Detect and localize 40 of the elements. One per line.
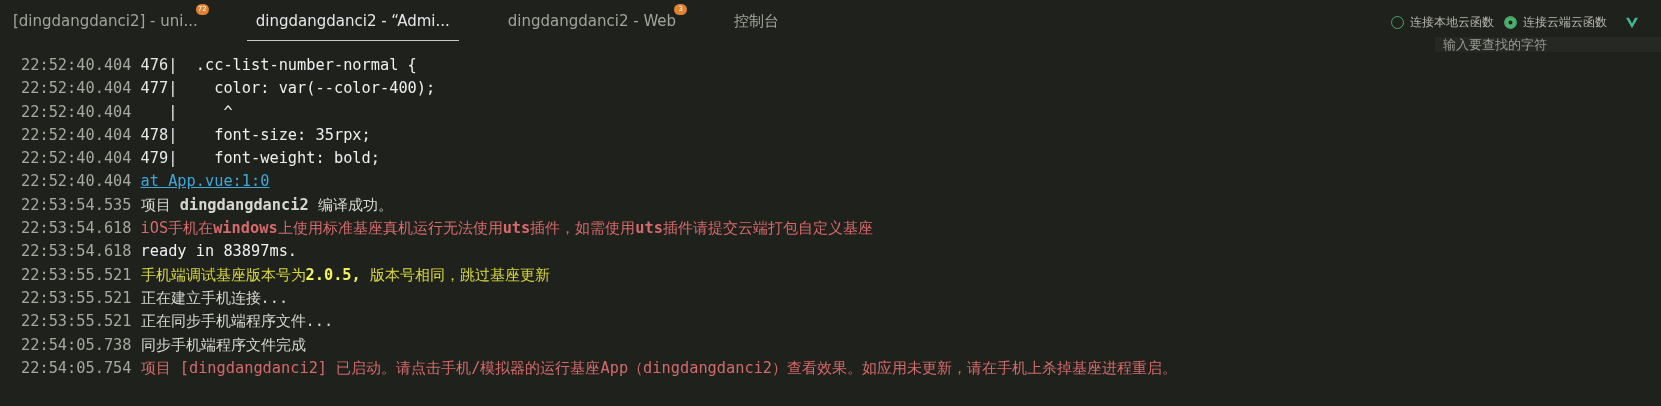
log-message: iOS手机在windows上使用标准基座真机运行无法使用uts插件，如需使用uts插件请提交云端打包自定义基座 [140, 218, 873, 240]
code-text: ^ [222, 101, 233, 123]
timestamp: 22:52:40.404 [21, 124, 132, 146]
timestamp: 22:54:05.738 [21, 334, 132, 356]
radio-button[interactable] [1504, 16, 1517, 29]
tab[interactable]: dingdangdanci2 - “Admi... [246, 0, 459, 41]
timestamp: 22:53:54.535 [21, 194, 132, 216]
code-text: font-size: 35rpx; [213, 124, 371, 146]
timestamp: 22:52:40.404 [21, 101, 132, 123]
timestamp: 22:53:55.521 [21, 287, 132, 309]
tab[interactable]: 控制台 [725, 0, 789, 41]
timestamp: 22:53:54.618 [21, 218, 132, 240]
timestamp: 22:52:40.404 [21, 55, 132, 76]
log-message: 正在建立手机连接... [140, 287, 289, 309]
line-number: 476| [140, 55, 178, 76]
line-number: 479| [140, 148, 178, 170]
timestamp: 22:54:05.754 [21, 357, 132, 379]
log-message: 同步手机端程序文件完成 [140, 334, 306, 356]
log-message: 项目 dingdangdanci2 编译成功。 [140, 194, 393, 216]
radio-label[interactable]: 连接云端云函数 [1523, 14, 1607, 31]
log-message: 正在同步手机端程序文件... [140, 311, 334, 333]
code-text: color: var(--color-400); [213, 78, 436, 100]
source-link[interactable]: at App.vue:1:0 [140, 170, 270, 194]
timestamp: 22:52:40.404 [21, 171, 132, 193]
timestamp: 22:53:55.521 [21, 264, 132, 286]
code-text: .cc-list-number-normal { [194, 55, 417, 76]
radio-label[interactable]: 连接本地云函数 [1410, 14, 1494, 31]
line-number: | [167, 101, 178, 123]
code-text: font-weight: bold; [213, 148, 380, 170]
chevron-down-icon[interactable] [1625, 16, 1639, 29]
timestamp: 22:53:54.618 [21, 241, 132, 263]
timestamp: 22:53:55.521 [21, 311, 132, 333]
timestamp: 22:52:40.404 [21, 78, 132, 100]
line-number: 477| [140, 78, 178, 100]
timestamp: 22:52:40.404 [21, 148, 132, 170]
line-number: 478| [140, 124, 178, 146]
search-field[interactable]: 输入要查找的字符 [1435, 37, 1661, 52]
log-message: 手机端调试基座版本号为2.0.5, 版本号相同，跳过基座更新 [140, 264, 550, 286]
code-text: ready in 83897ms. [140, 241, 298, 263]
log-message: 项目 [dingdangdanci2] 已启动。请点击手机/模拟器的运行基座App（dingdangdanci2）查看效果。如应用未更新，请在手机上杀掉基座进程重启。 [140, 357, 1178, 379]
